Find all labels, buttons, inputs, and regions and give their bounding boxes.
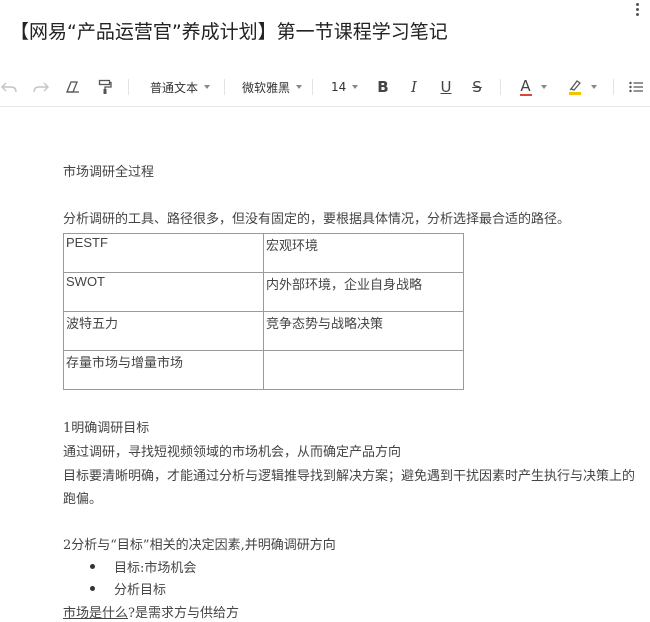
- table-cell[interactable]: [263, 350, 464, 390]
- section-heading: 市场调研全过程: [63, 165, 155, 180]
- table-cell[interactable]: 竞争态势与战略决策: [263, 311, 464, 351]
- table-row: SWOT 内外部环境，企业自身战略: [63, 272, 464, 312]
- paragraph: 跑偏。: [63, 492, 103, 507]
- section-title: 1明确调研目标: [63, 421, 150, 436]
- title-bar: 【网易“产品运营官”养成计划】第一节课程学习笔记: [0, 0, 650, 66]
- document-body[interactable]: 市场调研全过程 分析调研的工具、路径很多，但没有固定的，要根据具体情况，分析选择…: [0, 107, 650, 622]
- highlight-color-swatch: [568, 92, 581, 95]
- strikethrough-icon: S: [472, 78, 482, 96]
- toolbar-divider: [128, 79, 129, 95]
- paragraph-style-select[interactable]: 普通文本: [150, 68, 211, 106]
- bold-icon: B: [377, 78, 389, 96]
- font-family-select[interactable]: 微软雅黑: [242, 68, 303, 106]
- list-item: 目标:市场机会: [90, 557, 196, 576]
- italic-icon: I: [411, 78, 417, 96]
- italic-button[interactable]: I: [404, 68, 424, 106]
- text-color-swatch: [519, 93, 532, 96]
- bullet-icon: [90, 586, 95, 591]
- bold-button[interactable]: B: [373, 68, 393, 106]
- font-size-value: 14: [331, 80, 347, 94]
- list-item: 分析目标: [90, 579, 166, 598]
- table-cell[interactable]: 宏观环境: [263, 233, 464, 273]
- toolbar-divider: [312, 79, 313, 95]
- undo-icon[interactable]: [0, 68, 18, 106]
- text-color-button[interactable]: A: [515, 68, 551, 106]
- more-options-icon[interactable]: [630, 0, 644, 18]
- table-cell[interactable]: 内外部环境，企业自身战略: [263, 272, 464, 312]
- intro-paragraph: 分析调研的工具、路径很多，但没有固定的，要根据具体情况，分析选择最合适的路径。: [63, 212, 571, 227]
- table-row: PESTF 宏观环境: [63, 233, 464, 273]
- underlined-text: 市场是什么: [63, 606, 129, 621]
- strikethrough-button[interactable]: S: [467, 68, 487, 106]
- highlighter-icon: [568, 79, 582, 95]
- section-title: 2分析与“目标”相关的决定因素,并明确调研方向: [63, 538, 336, 553]
- paragraph: 市场是什么?是需求方与供给方: [63, 602, 239, 621]
- toolbar-divider: [224, 79, 225, 95]
- chevron-down-icon: [204, 85, 211, 89]
- highlight-color-button[interactable]: [563, 68, 601, 106]
- chevron-down-icon: [540, 85, 547, 89]
- font-family-value: 微软雅黑: [242, 80, 291, 95]
- font-size-select[interactable]: 14: [331, 68, 359, 106]
- table-cell[interactable]: PESTF: [63, 233, 264, 273]
- paragraph-style-value: 普通文本: [150, 80, 199, 95]
- formatting-toolbar: 普通文本 微软雅黑 14 B I U S A: [0, 68, 650, 107]
- list-item-text: 目标:市场机会: [114, 561, 197, 576]
- document-title[interactable]: 【网易“产品运营官”养成计划】第一节课程学习笔记: [10, 17, 448, 44]
- format-painter-icon[interactable]: [94, 68, 116, 106]
- paragraph-text: ?是需求方与供给方: [128, 606, 239, 621]
- clear-format-icon[interactable]: [62, 68, 84, 106]
- paragraph: 目标要清晰明确，才能通过分析与逻辑推导找到解决方案；避免遇到干扰因素时产生执行与…: [63, 469, 636, 484]
- list-item-text: 分析目标: [114, 583, 167, 598]
- bullet-icon: [90, 564, 95, 569]
- chevron-down-icon: [296, 85, 303, 89]
- document-editor: 【网易“产品运营官”养成计划】第一节课程学习笔记 普通文本 微软雅黑 14 B …: [0, 0, 650, 622]
- table-cell[interactable]: 存量市场与增量市场: [63, 350, 264, 390]
- underline-button[interactable]: U: [436, 68, 456, 106]
- analysis-tools-table: PESTF 宏观环境 SWOT 内外部环境，企业自身战略 波特五力 竞争态势与战…: [63, 233, 464, 390]
- paragraph: 通过调研，寻找短视频领域的市场机会，从而确定产品方向: [63, 445, 402, 460]
- chevron-down-icon: [590, 85, 597, 89]
- redo-icon[interactable]: [31, 68, 51, 106]
- bulleted-list-icon[interactable]: [626, 68, 646, 106]
- table-row: 波特五力 竞争态势与战略决策: [63, 311, 464, 351]
- toolbar-divider: [500, 79, 501, 95]
- chevron-down-icon: [352, 85, 359, 89]
- toolbar-divider: [613, 79, 614, 95]
- table-cell[interactable]: 波特五力: [63, 311, 264, 351]
- table-cell[interactable]: SWOT: [63, 272, 264, 312]
- table-row: 存量市场与增量市场: [63, 350, 464, 390]
- text-color-icon: A: [519, 76, 532, 96]
- underline-icon: U: [440, 78, 452, 96]
